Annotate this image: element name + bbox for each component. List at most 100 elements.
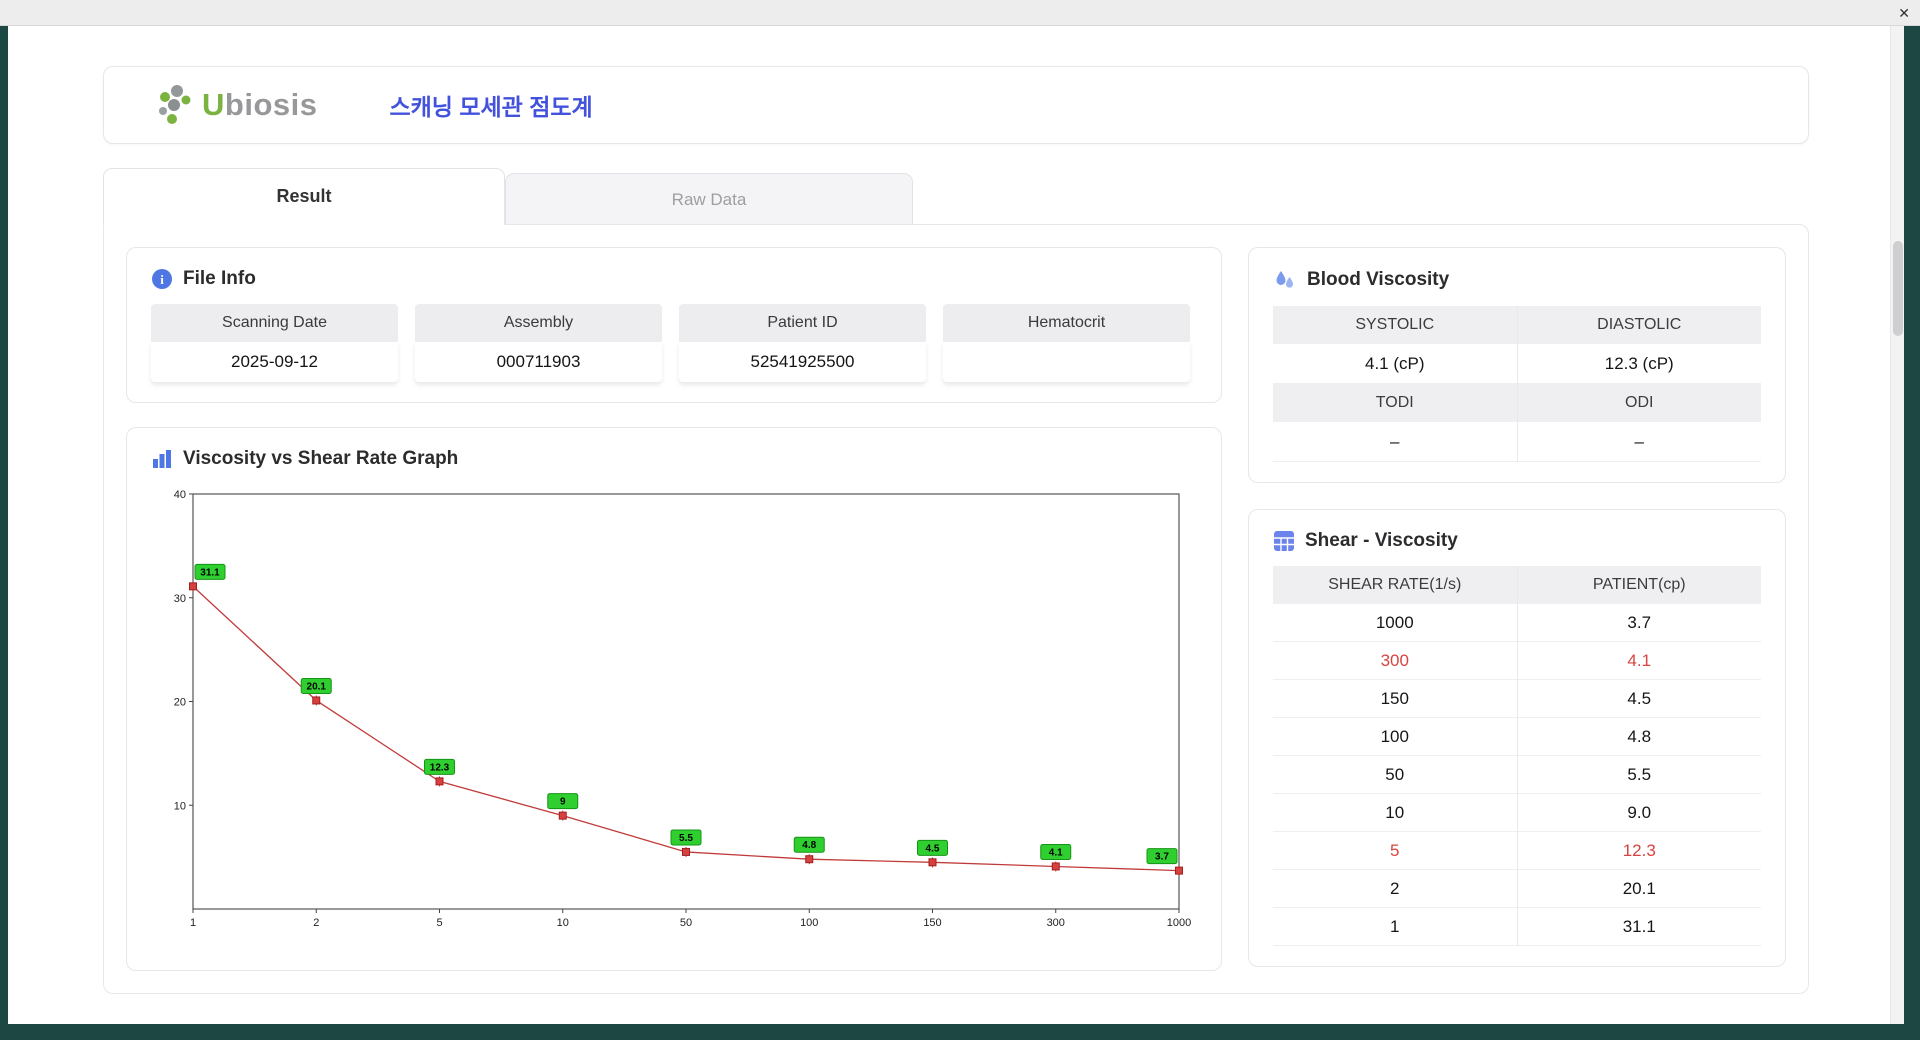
table-row: 50 5.5	[1273, 756, 1761, 794]
file-info-field: Patient ID 52541925500	[679, 304, 926, 382]
svg-text:10: 10	[557, 917, 569, 929]
svg-text:4.1: 4.1	[1049, 847, 1063, 858]
blood-viscosity-card: Blood Viscosity SYSTOLIC DIASTOLIC 4.1 (…	[1248, 247, 1786, 483]
water-drops-icon	[1273, 268, 1297, 292]
scrollbar-track[interactable]	[1890, 26, 1904, 1024]
patient-cell: 5.5	[1517, 756, 1761, 794]
table-row: 5 12.3	[1273, 832, 1761, 870]
field-label: Hematocrit	[943, 304, 1190, 342]
svg-text:4.8: 4.8	[802, 840, 816, 851]
patient-cell: 4.5	[1517, 680, 1761, 718]
table-row: 1000 3.7	[1273, 604, 1761, 642]
shear-rate-cell: 50	[1273, 756, 1518, 794]
table-row: 2 20.1	[1273, 870, 1761, 908]
field-value: 000711903	[415, 342, 662, 382]
svg-text:100: 100	[800, 917, 818, 929]
tab-raw-data[interactable]: Raw Data	[505, 173, 913, 225]
svg-text:1: 1	[190, 917, 196, 929]
field-label: Assembly	[415, 304, 662, 342]
main-panel: Ubiosis 스캐닝 모세관 점도계 Result Raw Data i Fi…	[8, 26, 1904, 1024]
systolic-header: SYSTOLIC	[1273, 306, 1518, 344]
shear-viscosity-title: Shear - Viscosity	[1305, 530, 1458, 551]
odi-value: –	[1517, 422, 1761, 462]
table-row: TODI ODI	[1273, 384, 1761, 422]
diastolic-header: DIASTOLIC	[1517, 306, 1761, 344]
field-label: Patient ID	[679, 304, 926, 342]
shear-rate-cell: 1000	[1273, 604, 1518, 642]
chart-container: 1 2 5 10 50 100 150 300 1000 10 20 30 40 31.1 20.1 12.3…	[151, 484, 1197, 944]
table-row: 10 9.0	[1273, 794, 1761, 832]
shear-rate-column-header: SHEAR RATE(1/s)	[1273, 566, 1518, 604]
info-icon: i	[151, 268, 173, 290]
patient-column-header: PATIENT(cp)	[1517, 566, 1761, 604]
shear-table-body: 1000 3.7 300 4.1 150 4.5 100 4.8 50 5.5 10 9.0 5 12.3…	[1273, 604, 1761, 946]
tab-result[interactable]: Result	[103, 168, 505, 225]
shear-rate-cell: 1	[1273, 908, 1518, 946]
file-info-header: i File Info	[151, 268, 1197, 290]
file-info-field: Assembly 000711903	[415, 304, 662, 382]
patient-cell: 4.8	[1517, 718, 1761, 756]
table-row: 150 4.5	[1273, 680, 1761, 718]
patient-cell: 9.0	[1517, 794, 1761, 832]
field-value: 52541925500	[679, 342, 926, 382]
todi-header: TODI	[1273, 384, 1518, 422]
diastolic-value: 12.3 (cP)	[1517, 344, 1761, 384]
result-content: i File Info Scanning Date 2025-09-12 Assem…	[103, 224, 1809, 994]
svg-text:1000: 1000	[1167, 917, 1191, 929]
patient-cell: 31.1	[1517, 908, 1761, 946]
svg-text:12.3: 12.3	[430, 762, 450, 773]
patient-cell: 3.7	[1517, 604, 1761, 642]
page-container: Ubiosis 스캐닝 모세관 점도계 Result Raw Data i Fi…	[103, 26, 1809, 994]
svg-text:5.5: 5.5	[679, 833, 693, 844]
svg-text:50: 50	[680, 917, 692, 929]
table-row: 1 31.1	[1273, 908, 1761, 946]
scrollbar-thumb[interactable]	[1893, 241, 1903, 336]
patient-cell: 12.3	[1517, 832, 1761, 870]
svg-text:20: 20	[174, 697, 186, 709]
svg-text:31.1: 31.1	[200, 567, 220, 578]
brand-name: Ubiosis	[202, 87, 317, 123]
brand-initial: U	[202, 87, 225, 122]
file-info-field: Hematocrit	[943, 304, 1190, 382]
shear-rate-cell: 2	[1273, 870, 1518, 908]
blood-viscosity-table: SYSTOLIC DIASTOLIC 4.1 (cP) 12.3 (cP) TO…	[1273, 306, 1761, 462]
shear-rate-cell: 5	[1273, 832, 1518, 870]
table-row: 300 4.1	[1273, 642, 1761, 680]
graph-card: Viscosity vs Shear Rate Graph 1 2 5 10 50 100…	[126, 427, 1222, 971]
shear-rate-cell: 100	[1273, 718, 1518, 756]
patient-cell: 4.1	[1517, 642, 1761, 680]
svg-text:20.1: 20.1	[307, 681, 327, 692]
file-info-fields: Scanning Date 2025-09-12 Assembly 000711903…	[151, 304, 1197, 382]
tab-bar: Result Raw Data	[103, 168, 1809, 225]
bar-chart-icon	[151, 448, 173, 470]
shear-rate-cell: 150	[1273, 680, 1518, 718]
svg-text:3.7: 3.7	[1155, 852, 1169, 863]
window-titlebar: ✕	[0, 0, 1920, 26]
graph-header: Viscosity vs Shear Rate Graph	[151, 448, 1197, 470]
svg-text:300: 300	[1047, 917, 1065, 929]
svg-text:i: i	[160, 272, 164, 287]
right-column: Blood Viscosity SYSTOLIC DIASTOLIC 4.1 (…	[1248, 247, 1786, 971]
app-title: 스캐닝 모세관 점도계	[389, 94, 593, 120]
shear-viscosity-header: Shear - Viscosity	[1273, 530, 1761, 552]
blood-viscosity-title: Blood Viscosity	[1307, 269, 1450, 290]
ubiosis-logo: Ubiosis	[156, 83, 317, 127]
brand-rest: biosis	[224, 87, 318, 122]
grid-table-icon	[1273, 530, 1295, 552]
todi-value: –	[1273, 422, 1518, 462]
table-row: SYSTOLIC DIASTOLIC	[1273, 306, 1761, 344]
table-row: – –	[1273, 422, 1761, 462]
systolic-value: 4.1 (cP)	[1273, 344, 1518, 384]
patient-cell: 20.1	[1517, 870, 1761, 908]
svg-text:2: 2	[313, 917, 319, 929]
file-info-card: i File Info Scanning Date 2025-09-12 Assem…	[126, 247, 1222, 403]
file-info-title: File Info	[183, 268, 256, 289]
svg-text:5: 5	[436, 917, 442, 929]
svg-text:4.5: 4.5	[926, 843, 940, 854]
shear-rate-cell: 300	[1273, 642, 1518, 680]
app-header-card: Ubiosis 스캐닝 모세관 점도계	[103, 66, 1809, 144]
shear-rate-cell: 10	[1273, 794, 1518, 832]
viscosity-chart: 1 2 5 10 50 100 150 300 1000 10 20 30 40 31.1 20.1 12.3…	[174, 489, 1191, 929]
field-value	[943, 342, 1190, 382]
close-icon[interactable]: ✕	[1898, 4, 1910, 22]
